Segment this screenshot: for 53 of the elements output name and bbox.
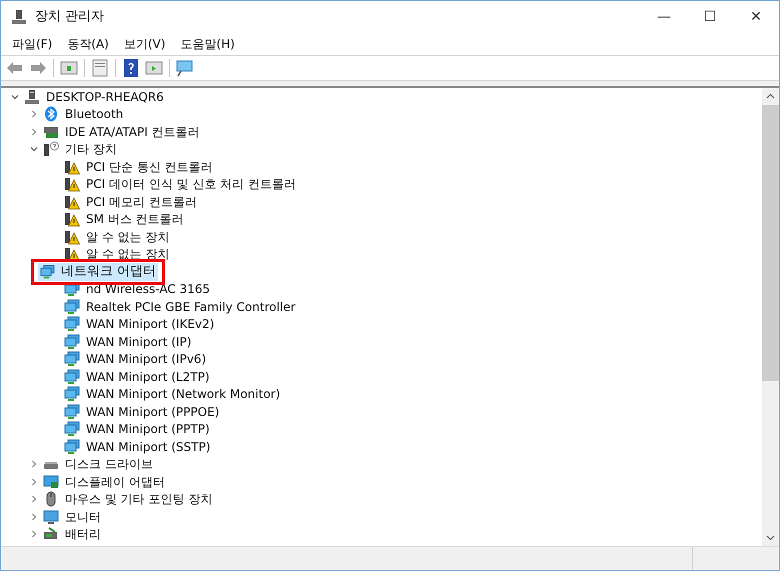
tree-item[interactable]: 배터리 xyxy=(64,527,102,542)
bluetooth-icon xyxy=(43,106,59,122)
tree-item[interactable]: 모니터 xyxy=(64,510,102,524)
scrollbar-thumb[interactable] xyxy=(762,105,779,381)
tree-item[interactable]: WAN Miniport (SSTP) xyxy=(85,440,212,454)
chevron-down-icon[interactable] xyxy=(30,145,38,154)
chevron-right-icon[interactable] xyxy=(30,530,38,538)
minimize-button[interactable]: — xyxy=(641,2,687,32)
tree-item[interactable]: WAN Miniport (IKEv2) xyxy=(85,317,216,332)
network-monitor-icon xyxy=(40,264,55,280)
tree-item[interactable]: WAN Miniport (IP) xyxy=(85,334,192,349)
tree-item[interactable]: 기타 장치 xyxy=(64,142,118,156)
tree-item[interactable]: PCI 단순 통신 컨트롤러 xyxy=(85,160,214,174)
chevron-right-icon[interactable] xyxy=(30,128,38,136)
tree-item[interactable]: WAN Miniport (PPPOE) xyxy=(85,404,220,419)
menu-item[interactable]: 동작(A) xyxy=(61,34,115,54)
app-icon xyxy=(11,9,27,25)
tree-item[interactable]: WAN Miniport (IPv6) xyxy=(85,352,208,366)
menu-item[interactable]: 도움말(H) xyxy=(174,34,241,54)
menu-item[interactable]: 보기(V) xyxy=(118,34,172,54)
maximize-button[interactable]: ☐ xyxy=(687,2,733,32)
tree-item[interactable]: 디스플레이 어댑터 xyxy=(64,474,166,489)
help-icon[interactable] xyxy=(121,58,141,78)
monitor-icon xyxy=(43,508,59,525)
tree-item[interactable]: 마우스 및 기타 포인팅 장치 xyxy=(64,492,214,506)
scrollbar[interactable] xyxy=(762,88,779,546)
tree-item[interactable]: 디스크 드라이브 xyxy=(64,457,154,472)
tree-item[interactable]: 알 수 없는 장치 xyxy=(85,230,170,244)
tree-item[interactable]: PCI 메모리 컨트롤러 xyxy=(85,194,198,209)
monitor-scan-icon[interactable] xyxy=(175,58,195,78)
tree-item[interactable]: DESKTOP-RHEAQR6 xyxy=(45,90,165,104)
properties-icon[interactable] xyxy=(90,58,110,78)
chevron-right-icon[interactable] xyxy=(30,495,38,504)
menu-item[interactable]: 파일(F) xyxy=(6,34,58,54)
tree-item[interactable]: Bluetooth xyxy=(64,107,124,122)
chevron-right-icon[interactable] xyxy=(30,110,38,118)
chevron-right-icon[interactable] xyxy=(30,460,38,468)
tree-item[interactable]: nd Wireless-AC 3165 xyxy=(85,282,212,296)
tree-item[interactable]: WAN Miniport (PPTP) xyxy=(85,422,211,436)
chevron-down-icon[interactable] xyxy=(11,92,19,101)
close-button[interactable]: ✕ xyxy=(733,2,779,32)
tree-item[interactable]: WAN Miniport (L2TP) xyxy=(85,370,210,384)
tree-item[interactable]: SM 버스 컨트롤러 xyxy=(85,212,185,226)
chevron-right-icon[interactable] xyxy=(30,512,38,521)
unknown-device-icon xyxy=(43,141,59,158)
tree-item[interactable]: WAN Miniport (Network Monitor) xyxy=(85,387,282,402)
tree-item[interactable]: IDE ATA/ATAPI 컨트롤러 xyxy=(64,124,201,139)
computer-icon xyxy=(24,88,40,105)
window-title: 장치 관리자 xyxy=(35,8,104,26)
display-adapter-icon xyxy=(43,474,59,490)
tree-item[interactable]: Realtek PCIe GBE Family Controller xyxy=(85,300,296,314)
tree-item[interactable]: PCI 데이터 인식 및 신호 처리 컨트롤러 xyxy=(85,177,298,192)
chevron-right-icon[interactable] xyxy=(30,478,38,486)
